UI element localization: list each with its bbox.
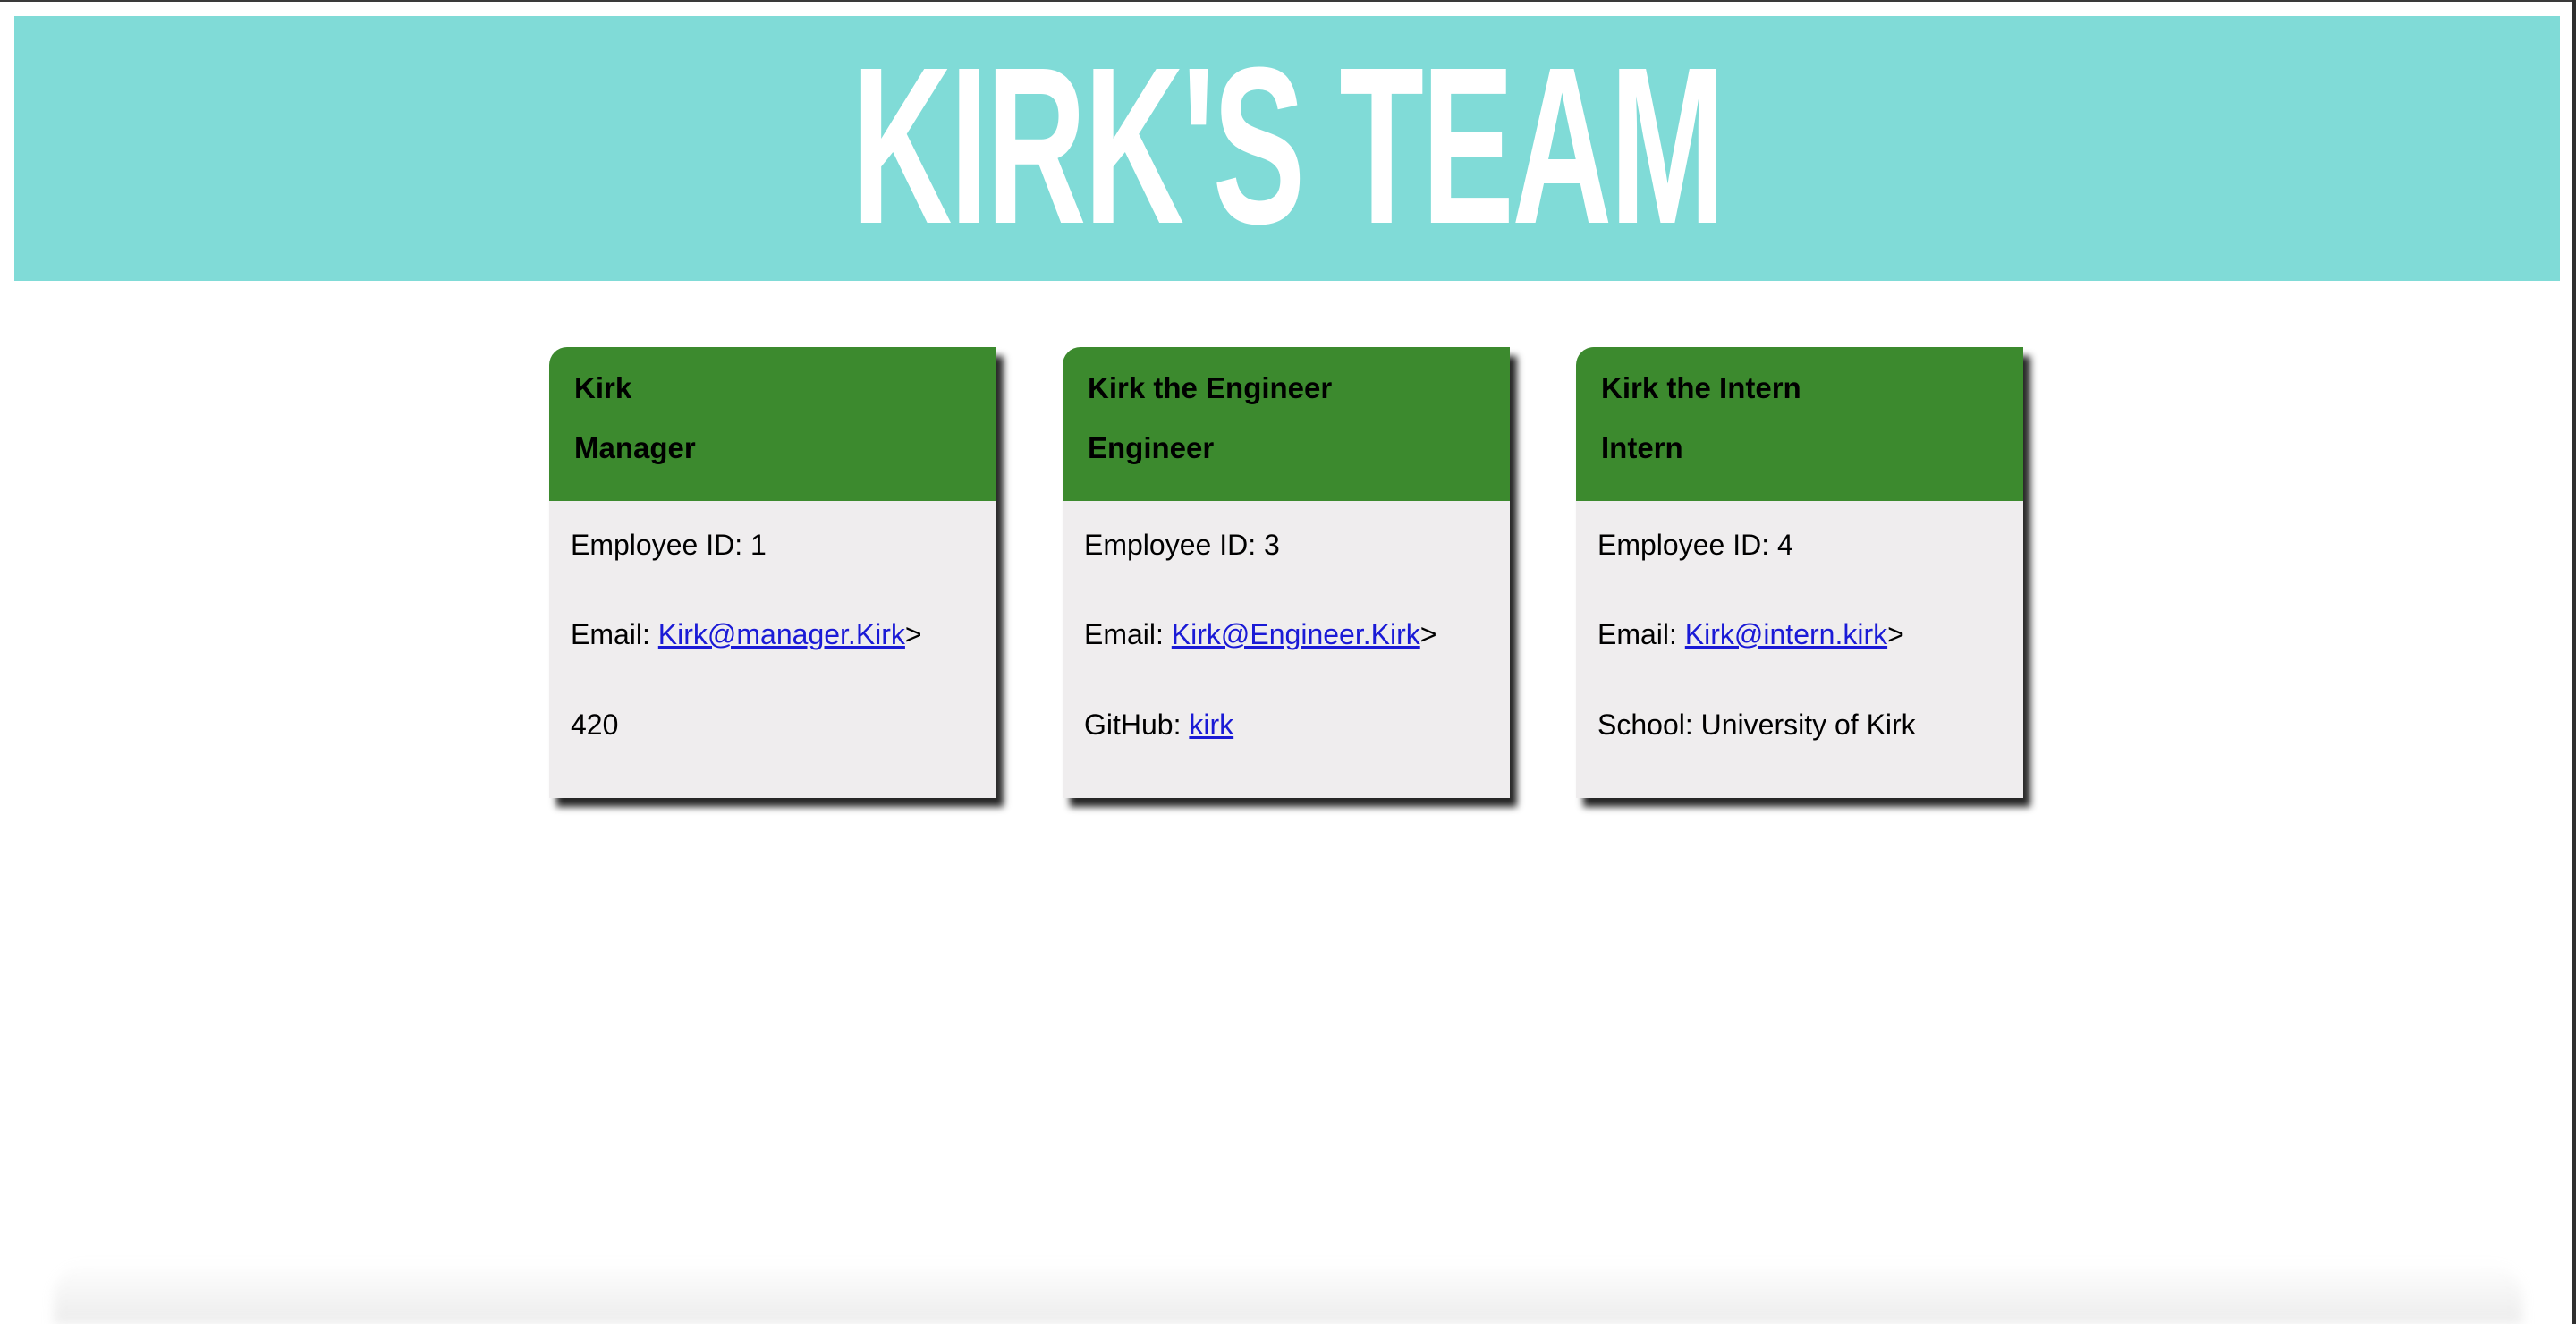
card-header: Kirk the Intern Intern (1576, 347, 2023, 501)
github-link[interactable]: kirk (1189, 709, 1233, 741)
employee-name: Kirk (574, 371, 632, 404)
page-header: KIRK'S TEAM (14, 16, 2560, 281)
employee-card-engineer: Kirk the Engineer Engineer Employee ID: … (1063, 347, 1510, 798)
employee-role: Manager (574, 430, 696, 464)
email-label: Email: (1597, 618, 1685, 651)
page: KIRK'S TEAM Kirk Manager Employee ID: 1 … (0, 0, 2576, 1324)
employee-email-line: Email: Kirk@Engineer.Kirk> (1084, 617, 1510, 651)
bottom-shadow (54, 1261, 2522, 1324)
page-title: KIRK'S TEAM (851, 21, 1725, 270)
email-suffix: > (904, 618, 922, 651)
team-cards: Kirk Manager Employee ID: 1 Email: Kirk@… (549, 347, 2023, 798)
employee-id: Employee ID: 1 (571, 529, 767, 561)
school-line: School: University of Kirk (1597, 708, 1916, 741)
employee-email-line: Email: Kirk@manager.Kirk> (571, 617, 996, 651)
employee-card-intern: Kirk the Intern Intern Employee ID: 4 Em… (1576, 347, 2023, 798)
email-link[interactable]: Kirk@intern.kirk (1685, 618, 1887, 650)
card-body: Employee ID: 4 Email: Kirk@intern.kirk> … (1576, 501, 2023, 742)
employee-role: Engineer (1088, 430, 1215, 464)
card-header: Kirk the Engineer Engineer (1063, 347, 1510, 501)
email-link[interactable]: Kirk@Engineer.Kirk (1172, 618, 1420, 650)
window-edge (2572, 0, 2576, 1324)
employee-name: Kirk the Engineer (1088, 371, 1333, 404)
email-suffix: > (1887, 618, 1904, 651)
employee-card-manager: Kirk Manager Employee ID: 1 Email: Kirk@… (549, 347, 996, 798)
office-number: 420 (571, 708, 619, 741)
email-label: Email: (1084, 618, 1172, 651)
card-body: Employee ID: 3 Email: Kirk@Engineer.Kirk… (1063, 501, 1510, 742)
employee-id: Employee ID: 3 (1084, 529, 1280, 561)
employee-role: Intern (1601, 430, 1683, 464)
github-line: GitHub: kirk (1084, 708, 1510, 742)
employee-name: Kirk the Intern (1601, 371, 1801, 404)
github-label: GitHub: (1084, 708, 1190, 741)
email-label: Email: (571, 618, 658, 651)
email-suffix: > (1419, 618, 1437, 651)
card-header: Kirk Manager (549, 347, 996, 501)
card-body: Employee ID: 1 Email: Kirk@manager.Kirk>… (549, 501, 996, 742)
employee-id: Employee ID: 4 (1597, 529, 1793, 561)
employee-email-line: Email: Kirk@intern.kirk> (1597, 617, 2023, 651)
email-link[interactable]: Kirk@manager.Kirk (658, 618, 905, 650)
